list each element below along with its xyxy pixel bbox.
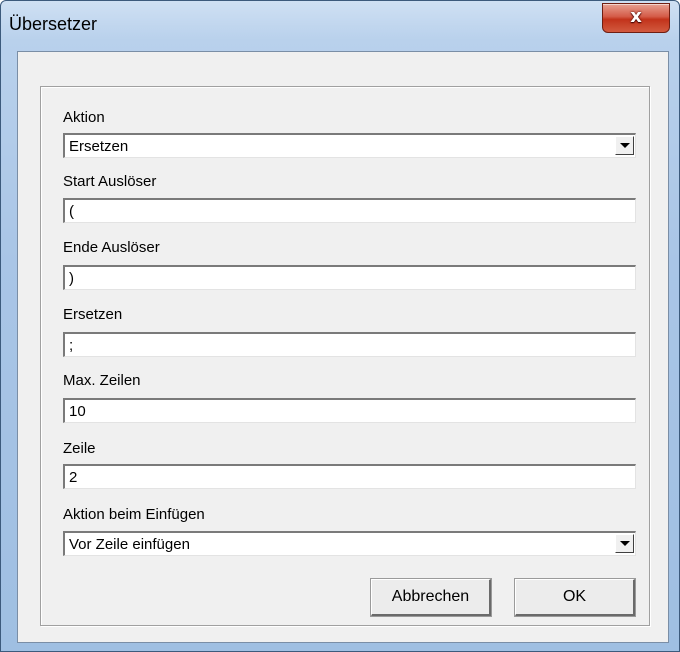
chevron-down-icon[interactable] [615, 534, 634, 553]
close-icon: x [630, 6, 642, 27]
end-trigger-label: Ende Auslöser [63, 239, 160, 256]
aktion-dropdown[interactable]: Ersetzen [63, 133, 636, 158]
ok-button[interactable]: OK [514, 578, 636, 617]
max-lines-input[interactable]: 10 [63, 398, 636, 423]
line-input[interactable]: 2 [63, 464, 636, 489]
replace-label: Ersetzen [63, 306, 123, 323]
insert-action-label: Aktion beim Einfügen [63, 506, 205, 523]
end-trigger-input[interactable]: ) [63, 265, 636, 290]
line-label: Zeile [63, 440, 96, 457]
dialog-title: Übersetzer [9, 14, 98, 34]
aktion-label: Aktion [63, 109, 105, 126]
aktion-value: Ersetzen [69, 138, 129, 155]
title-bar[interactable]: Übersetzer x [1, 1, 679, 51]
chevron-down-icon[interactable] [615, 136, 634, 155]
dialog-window: Übersetzer x Aktion Ersetzen Start Auslö… [0, 0, 680, 652]
max-lines-label: Max. Zeilen [63, 372, 141, 389]
insert-action-value: Vor Zeile einfügen [69, 536, 190, 553]
close-button[interactable]: x [602, 3, 670, 33]
replace-input[interactable]: ; [63, 332, 636, 357]
insert-action-dropdown[interactable]: Vor Zeile einfügen [63, 531, 636, 556]
start-trigger-label: Start Auslöser [63, 173, 157, 190]
start-trigger-input[interactable]: ( [63, 198, 636, 223]
cancel-button[interactable]: Abbrechen [370, 578, 492, 617]
